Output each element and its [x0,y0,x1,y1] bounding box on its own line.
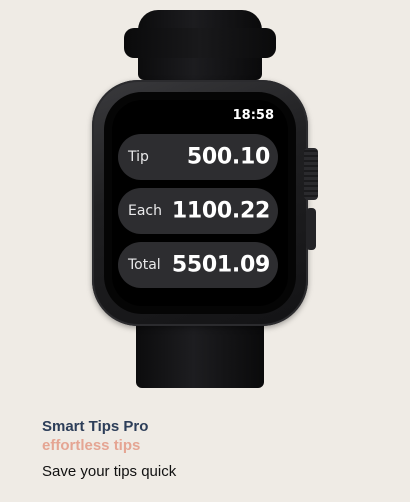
tip-label: Tip [128,149,149,165]
total-value: 5501.09 [171,252,270,278]
each-value: 1100.22 [171,198,270,224]
total-row[interactable]: Total 5501.09 [118,242,278,288]
digital-crown[interactable] [304,148,318,200]
total-label: Total [128,257,161,273]
app-name: Smart Tips Pro [42,418,149,435]
each-label: Each [128,203,162,219]
tip-row[interactable]: Tip 500.10 [118,134,278,180]
watch-band-lug [124,28,276,58]
status-time: 18:58 [232,108,274,123]
watch-band-bottom [136,316,264,388]
tip-value: 500.10 [186,144,270,170]
side-button[interactable] [306,208,316,250]
each-row[interactable]: Each 1100.22 [118,188,278,234]
description: Save your tips quick [42,463,177,480]
watch-screen: 18:58 Tip 500.10 Each 1100.22 Total 5501… [112,100,288,306]
tagline: effortless tips [42,437,141,454]
